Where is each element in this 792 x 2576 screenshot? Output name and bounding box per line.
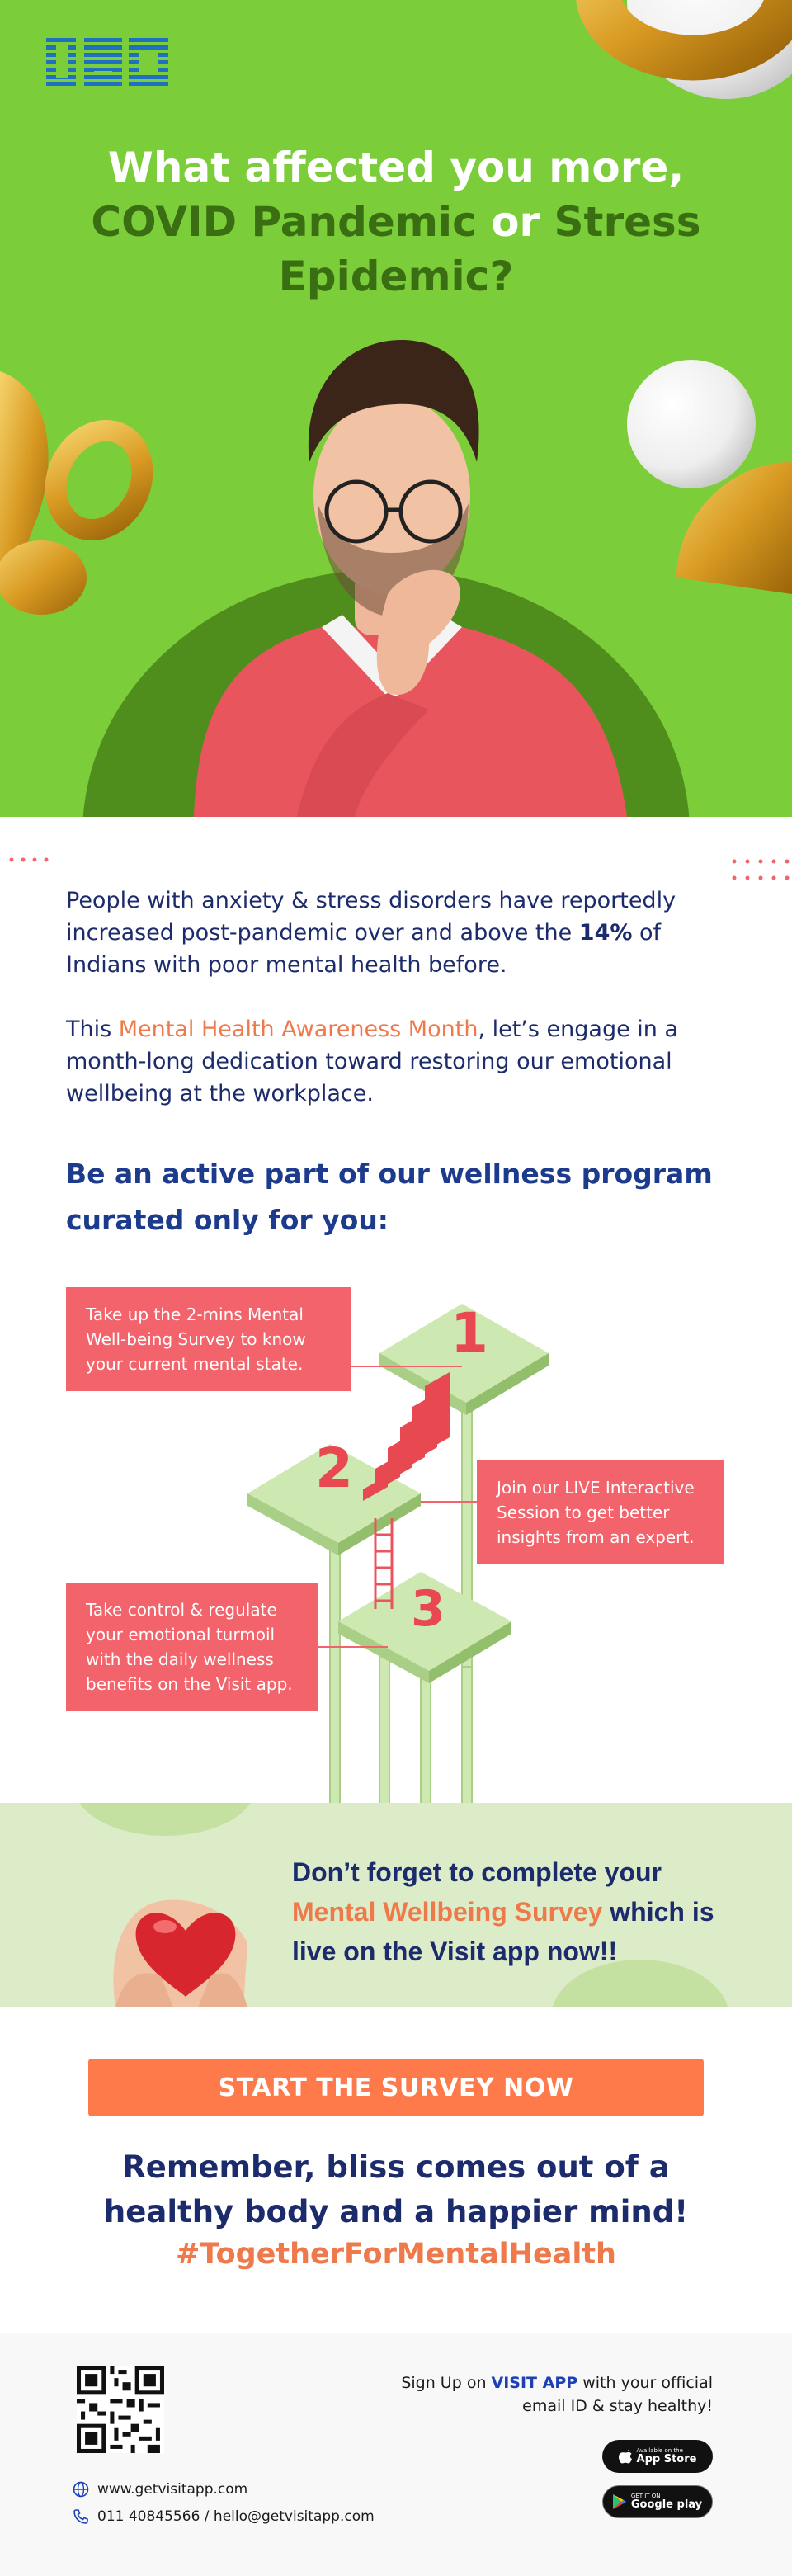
app-store-text: App Store [636,2453,697,2465]
app-store-button[interactable]: Available on the App Store [602,2440,713,2473]
contact-row[interactable]: 011 40845566 / hello@getvisitapp.com [73,2508,375,2525]
google-play-text: Google play [630,2498,703,2511]
phone-icon [73,2509,88,2524]
reminder-text-a: Don’t forget to complete your [292,1857,662,1887]
reminder-text: Don’t forget to complete your Mental Wel… [292,1852,738,1971]
hero-title-covid: COVID Pandemic [91,198,492,246]
start-survey-button[interactable]: START THE SURVEY NOW [88,2059,704,2116]
google-play-button[interactable]: GET IT ON Google play [602,2485,713,2518]
decorative-dots-left-icon [9,857,49,862]
signup-message: Sign Up on VISIT APP with your official … [401,2371,713,2418]
awareness-month-highlight: Mental Health Awareness Month [118,1017,478,1042]
decorative-dots-right-icon [732,859,790,880]
intro-paragraph-stats: People with anxiety & stress disorders h… [66,885,726,981]
hands-holding-heart-icon [113,1899,248,2007]
survey-name-highlight: Mental Wellbeing Survey [292,1897,603,1927]
step-number-3: 3 [411,1580,446,1638]
ibm-logo-icon [46,38,168,86]
apple-icon [618,2449,632,2464]
website-link[interactable]: www.getvisitapp.com [97,2481,248,2498]
pearl-sphere-right-icon [627,360,792,594]
newsletter-page: What affected you more, COVID Pandemic o… [0,0,792,2576]
closing-message: Remember, bliss comes out of a healthy b… [103,2149,689,2229]
gold-torus-top-right-icon [576,0,792,99]
intro-paragraph-month: This Mental Health Awareness Month, let’… [66,1013,726,1110]
contact-info[interactable]: 011 40845566 / hello@getvisitapp.com [97,2508,375,2525]
program-heading: Be an active part of our wellness progra… [66,1158,713,1236]
hero-banner: What affected you more, COVID Pandemic o… [0,0,792,817]
survey-reminder-band: Don’t forget to complete your Mental Wel… [0,1803,792,2007]
step-2-card: Join our LIVE Interactive Session to get… [477,1460,724,1564]
qr-code-icon[interactable] [77,2366,164,2453]
footer: Sign Up on VISIT APP with your official … [0,2333,792,2576]
intro-stat-14: 14% [578,920,633,946]
visit-app-brand: VISIT APP [491,2374,578,2392]
intro2-text-a: This [66,1017,119,1042]
hero-title-line1: What affected you more, [107,144,685,191]
red-stairs-icon [363,1372,450,1501]
website-row[interactable]: www.getvisitapp.com [73,2481,248,2498]
step-number-1: 1 [450,1301,488,1365]
step-3-card: Take control & regulate your emotional t… [66,1583,318,1711]
google-play-icon [612,2494,626,2509]
campaign-hashtag: #TogetherForMentalHealth [176,2238,616,2271]
hero-title-or: or [491,198,540,246]
thinking-man-illustration [194,339,627,817]
signup-text-a: Sign Up on [401,2374,492,2392]
gold-ring-left-icon [0,371,153,615]
hero-decorations [0,0,792,817]
hero-title: What affected you more, COVID Pandemic o… [66,140,726,304]
step-1-card: Take up the 2-mins Mental Well-being Sur… [66,1287,351,1391]
signup-text-c: email ID & stay healthy! [522,2397,713,2415]
signup-text-b: with your official [578,2374,713,2392]
globe-icon [73,2481,89,2498]
step-number-2: 2 [315,1437,353,1500]
